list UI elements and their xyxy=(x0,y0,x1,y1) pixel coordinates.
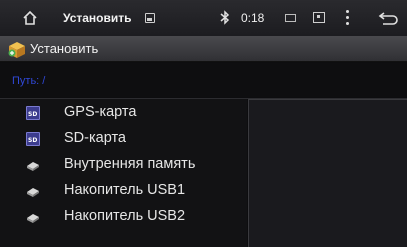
drive-icon xyxy=(27,162,39,171)
list-item-label: Внутренняя память xyxy=(64,156,196,172)
list-item-label: SD-карта xyxy=(64,130,126,146)
list-item-label: Накопитель USB1 xyxy=(64,182,186,198)
image-icon xyxy=(145,13,155,23)
back-icon[interactable] xyxy=(378,11,398,25)
gallery-icon xyxy=(313,12,325,23)
list-item-usb1[interactable]: Накопитель USB1 xyxy=(0,179,247,204)
details-pane xyxy=(248,99,407,247)
sd-card-icon: SD xyxy=(26,106,40,120)
drive-icon xyxy=(27,188,39,197)
list-item-label: GPS-карта xyxy=(64,104,137,120)
home-icon[interactable] xyxy=(22,10,38,26)
app-title: Установить xyxy=(30,41,99,56)
overflow-menu-icon[interactable] xyxy=(346,10,350,26)
list-item-sd-card[interactable]: SD SD-карта xyxy=(0,127,247,152)
path-bar: Путь: / xyxy=(0,63,407,97)
bluetooth-icon xyxy=(220,10,230,25)
installer-box-icon xyxy=(8,42,25,58)
list-item-gps-map[interactable]: SD GPS-карта xyxy=(0,101,247,126)
drive-icon xyxy=(27,214,39,223)
current-path: Путь: / xyxy=(12,75,46,87)
status-bar: Установить 0:18 xyxy=(0,0,407,36)
clock: 0:18 xyxy=(241,11,265,25)
list-item-usb2[interactable]: Накопитель USB2 xyxy=(0,205,247,230)
status-app-title: Установить xyxy=(63,11,132,25)
sd-card-icon: SD xyxy=(26,132,40,146)
card-icon xyxy=(285,14,296,22)
list-item-internal-memory[interactable]: Внутренняя память xyxy=(0,153,247,178)
app-header: Установить xyxy=(0,36,407,62)
storage-list: SD GPS-карта SD SD-карта Внутренняя памя… xyxy=(0,99,247,247)
list-item-label: Накопитель USB2 xyxy=(64,208,186,224)
